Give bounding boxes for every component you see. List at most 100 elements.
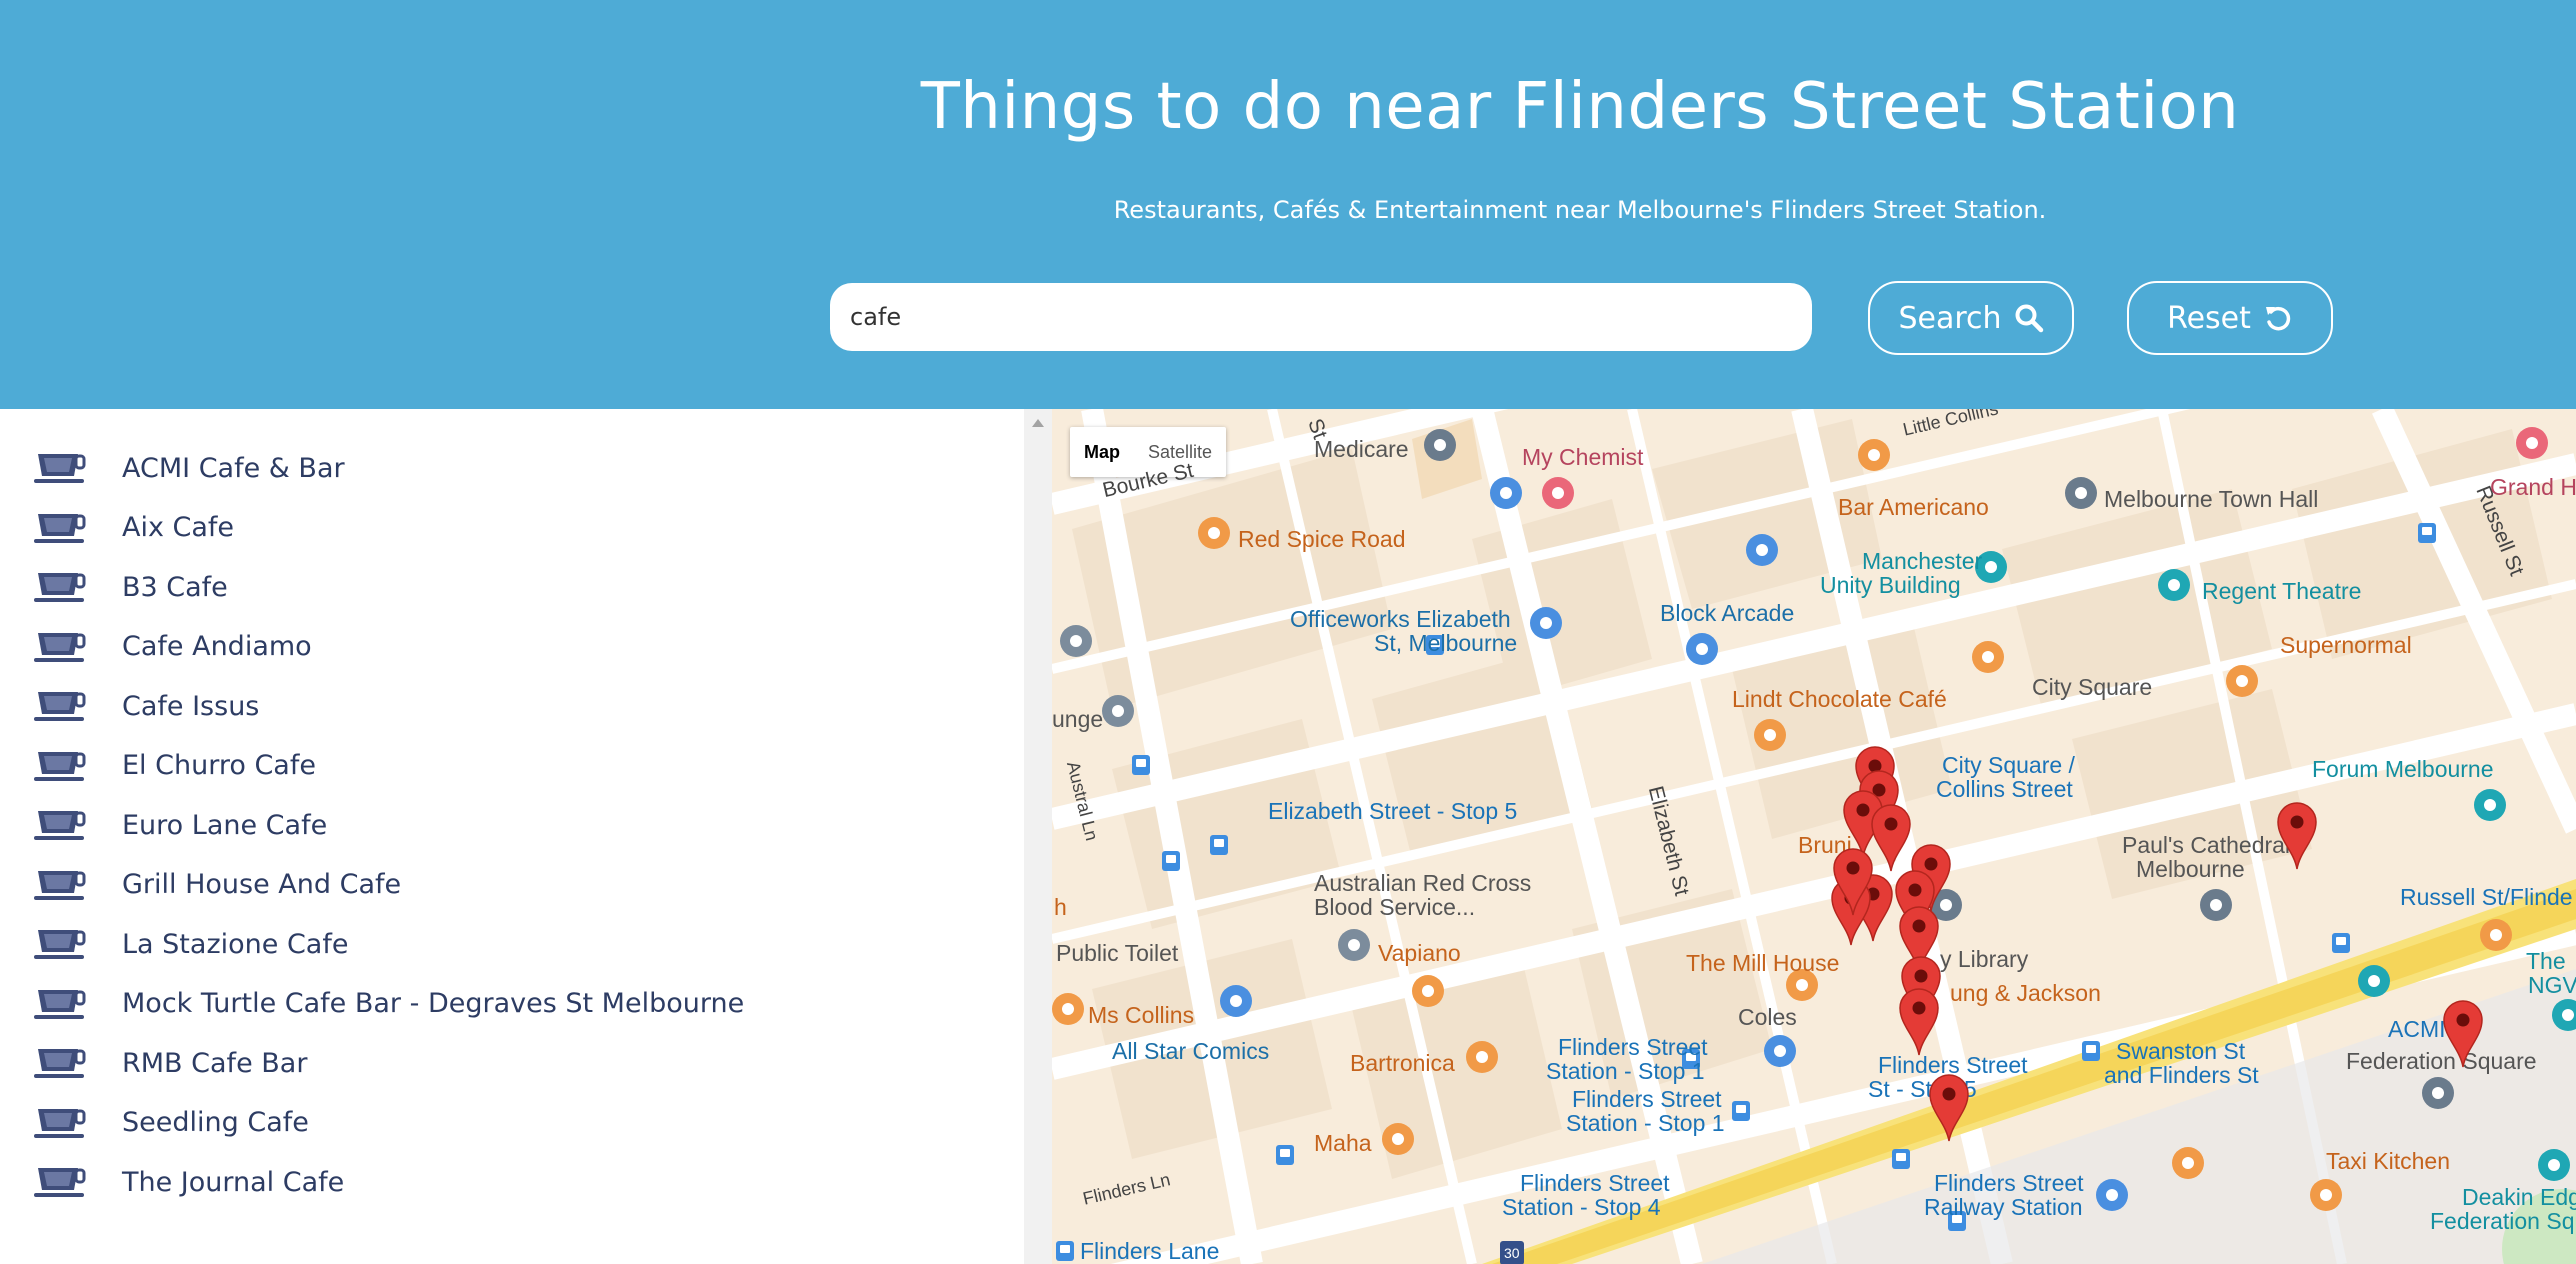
list-item[interactable]: Seedling Cafe: [34, 1100, 309, 1146]
restaurant-icon[interactable]: [1754, 719, 1786, 751]
hotel-icon[interactable]: [2516, 427, 2548, 459]
town-hall-icon[interactable]: [2065, 477, 2097, 509]
restaurant-icon[interactable]: [2172, 1147, 2204, 1179]
list-item[interactable]: La Stazione Cafe: [34, 921, 348, 967]
tram-stop-icon[interactable]: [1892, 1149, 1910, 1169]
map-pin-icon[interactable]: [1928, 1073, 1970, 1143]
bar-icon[interactable]: [1466, 1041, 1498, 1073]
map-label-elizabeth-stop5: Elizabeth Street - Stop 5: [1268, 798, 1518, 824]
landmark-icon[interactable]: [2552, 999, 2576, 1031]
map-pin-icon[interactable]: [1898, 987, 1940, 1057]
map-label-swanston-1: Swanston St: [2116, 1038, 2246, 1064]
map-pin-icon[interactable]: [1832, 847, 1874, 917]
map[interactable]: Map Satellite Bourke St St Little Collin…: [1052, 409, 2576, 1264]
list-scrollbar[interactable]: [1024, 409, 1052, 1264]
restaurant-icon[interactable]: [1412, 975, 1444, 1007]
location-icon[interactable]: [1060, 625, 1092, 657]
shopping-icon[interactable]: [1220, 985, 1252, 1017]
map-pin-icon[interactable]: [2276, 801, 2318, 871]
tram-stop-icon[interactable]: [1056, 1241, 1074, 1261]
map-label-red-spice-road: Red Spice Road: [1238, 526, 1406, 552]
building-icon[interactable]: [2422, 1077, 2454, 1109]
map-pin-icon[interactable]: [1870, 803, 1912, 873]
restaurant-icon[interactable]: [2226, 665, 2258, 697]
map-label-city-square-collins-2: Collins Street: [1936, 776, 2073, 802]
search-button[interactable]: Search: [1868, 281, 2074, 355]
scroll-up-arrow-icon[interactable]: [1032, 419, 1044, 427]
coffee-cup-icon: [34, 751, 86, 781]
theatre-icon[interactable]: [2158, 569, 2190, 601]
restaurant-icon[interactable]: [2310, 1179, 2342, 1211]
shopping-icon[interactable]: [1530, 607, 1562, 639]
tram-stop-icon[interactable]: [2332, 933, 2350, 953]
map-label-fss-stop1a-1: Flinders Street: [1558, 1034, 1708, 1060]
page-header: Things to do near Flinders Street Statio…: [0, 0, 2576, 409]
map-label-all-star: All Star Comics: [1112, 1038, 1270, 1064]
list-item[interactable]: ACMI Cafe & Bar: [34, 445, 345, 491]
list-item[interactable]: El Churro Cafe: [34, 743, 316, 789]
bar-icon[interactable]: [1052, 993, 1084, 1025]
shopping-bag-icon[interactable]: [1490, 477, 1522, 509]
map-label-block-arcade: Block Arcade: [1660, 600, 1795, 626]
tram-stop-icon[interactable]: [1732, 1101, 1750, 1121]
list-item[interactable]: Aix Cafe: [34, 505, 234, 551]
tram-stop-icon[interactable]: [1132, 755, 1150, 775]
list-item-label: Cafe Issus: [122, 690, 260, 722]
page-subtitle: Restaurants, Cafés & Entertainment near …: [1113, 196, 2047, 224]
restaurant-icon[interactable]: [1382, 1123, 1414, 1155]
location-icon[interactable]: [1102, 695, 1134, 727]
restaurant-icon[interactable]: [2480, 919, 2512, 951]
list-item[interactable]: Euro Lane Cafe: [34, 802, 327, 848]
map-label-library: y Library: [1940, 946, 2029, 972]
bar-icon[interactable]: [1858, 439, 1890, 471]
map-label-medicare: Medicare: [1314, 436, 1409, 462]
map-label-flinders-lane: Flinders Lane: [1080, 1238, 1220, 1264]
list-item[interactable]: Cafe Andiamo: [34, 624, 312, 670]
restaurant-icon[interactable]: [1972, 641, 2004, 673]
map-label-fss-stop1a-2: Station - Stop 1: [1546, 1058, 1705, 1084]
pharmacy-icon[interactable]: [1542, 477, 1574, 509]
list-item[interactable]: Mock Turtle Cafe Bar - Degraves St Melbo…: [34, 981, 744, 1027]
search-input[interactable]: [830, 283, 1812, 351]
landmark-icon[interactable]: [2538, 1149, 2570, 1181]
map-label-vapiano: Vapiano: [1378, 940, 1461, 966]
list-item-label: Seedling Cafe: [122, 1107, 309, 1138]
map-label-bartronica: Bartronica: [1350, 1050, 1455, 1076]
tram-stop-icon[interactable]: [1210, 835, 1228, 855]
map-label-fss-stop1b-2: Station - Stop 1: [1566, 1110, 1725, 1136]
train-station-icon[interactable]: [2096, 1179, 2128, 1211]
map-label-fss-stop4-2: Station - Stop 4: [1502, 1194, 1661, 1220]
tram-stop-icon[interactable]: [2418, 523, 2436, 543]
tram-stop-icon[interactable]: [1162, 851, 1180, 871]
list-item[interactable]: Cafe Issus: [34, 683, 259, 729]
reset-button[interactable]: Reset: [2127, 281, 2333, 355]
cathedral-icon[interactable]: [2200, 889, 2232, 921]
map-label-russell-flinders: Russell St/Flinde: [2400, 884, 2573, 910]
shopping-icon[interactable]: [2474, 789, 2506, 821]
restaurant-icon[interactable]: [1198, 517, 1230, 549]
map-label-bar-americano: Bar Americano: [1838, 494, 1989, 520]
shopping-icon[interactable]: [1686, 633, 1718, 665]
map-type-map-button[interactable]: Map: [1070, 427, 1134, 477]
list-item[interactable]: RMB Cafe Bar: [34, 1040, 307, 1086]
cart-icon[interactable]: [1764, 1035, 1796, 1067]
map-pin-icon[interactable]: [2442, 999, 2484, 1069]
map-label-officeworks-2: St, Melbourne: [1374, 630, 1518, 656]
map-label-public-toilet: Public Toilet: [1056, 940, 1179, 966]
location-icon[interactable]: [1338, 929, 1370, 961]
list-item[interactable]: The Journal Cafe: [34, 1159, 344, 1205]
list-item-label: Grill House And Cafe: [122, 869, 402, 900]
search-icon: [2015, 304, 2043, 333]
list-item-label: Euro Lane Cafe: [122, 809, 328, 841]
tram-stop-icon[interactable]: [1276, 1145, 1294, 1165]
museum-icon[interactable]: [2358, 965, 2390, 997]
search-button-label: Search: [1898, 300, 2002, 336]
list-item[interactable]: Grill House And Cafe: [34, 862, 401, 908]
coffee-cup-icon: [34, 930, 86, 959]
shopping-icon[interactable]: [1746, 534, 1778, 566]
map-label-fss-stop4-1: Flinders Street: [1520, 1170, 1670, 1196]
government-building-icon[interactable]: [1424, 429, 1456, 461]
coffee-cup-icon: [34, 513, 86, 543]
list-item[interactable]: B3 Cafe: [34, 564, 228, 610]
tram-stop-icon[interactable]: [2082, 1041, 2100, 1061]
